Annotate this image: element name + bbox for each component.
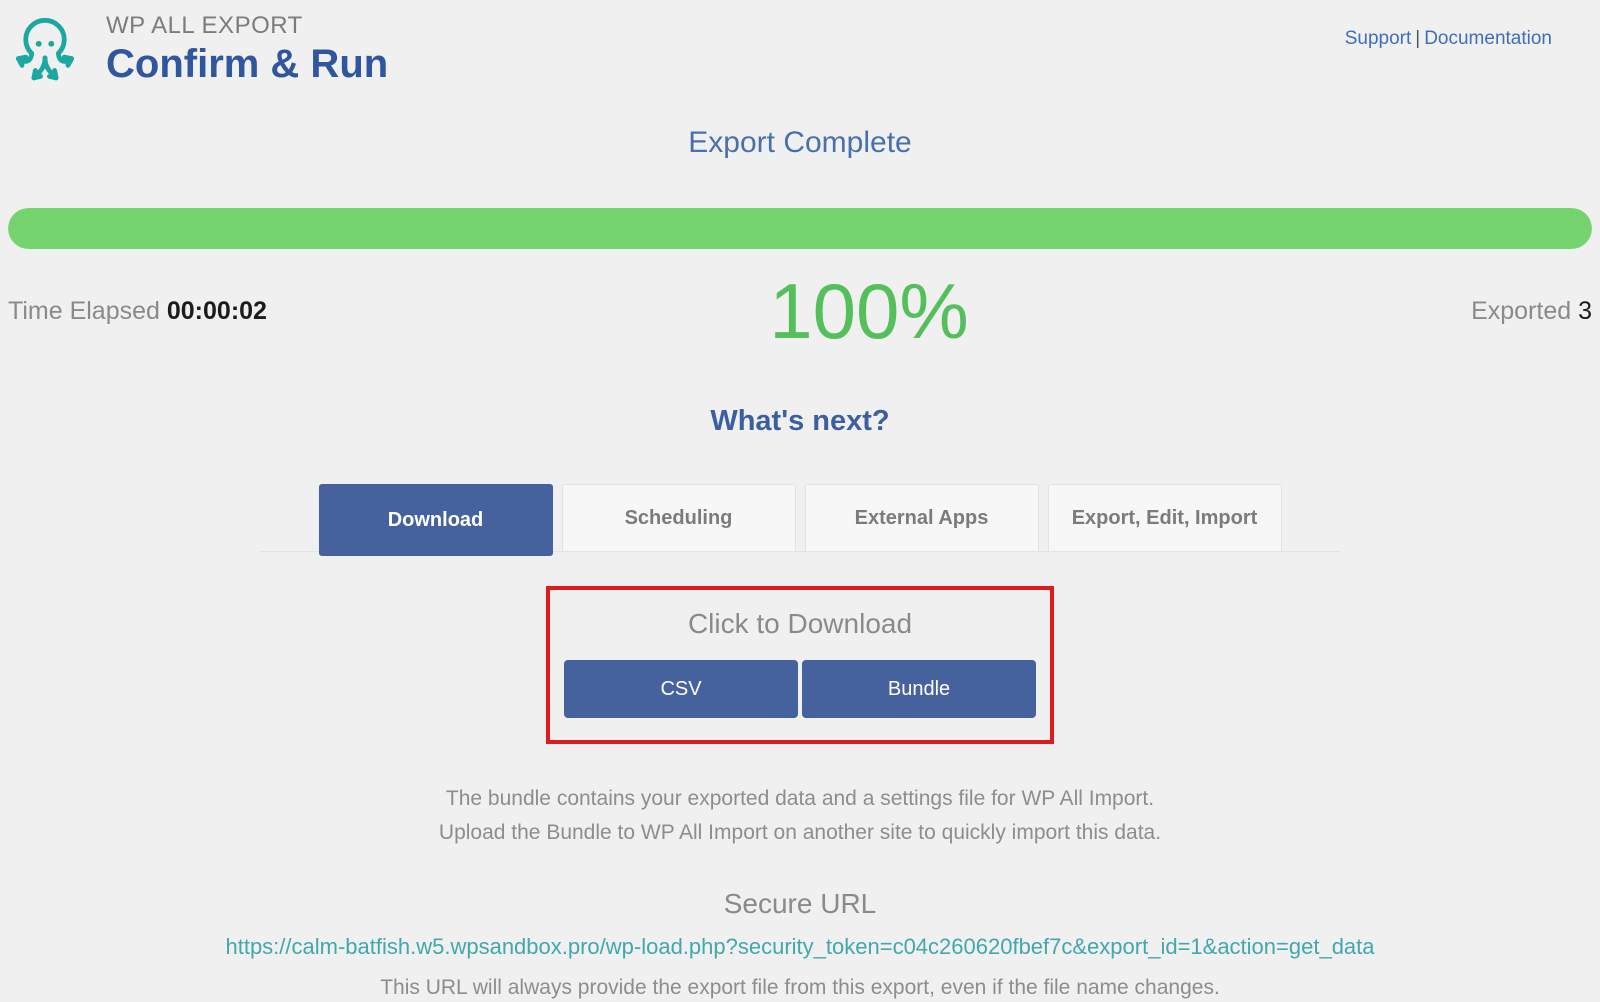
csv-download-button[interactable]: CSV	[564, 660, 798, 718]
secure-url-link[interactable]: https://calm-batfish.w5.wpsandbox.pro/wp…	[225, 934, 1374, 959]
whats-next-heading: What's next?	[0, 405, 1600, 438]
tab-scheduling[interactable]: Scheduling	[562, 484, 796, 551]
time-elapsed: Time Elapsed 00:00:02	[8, 297, 267, 326]
click-to-download-heading: Click to Download	[564, 608, 1036, 640]
bundle-note-line1: The bundle contains your exported data a…	[0, 782, 1600, 816]
support-link[interactable]: Support	[1345, 28, 1412, 49]
time-elapsed-value: 00:00:02	[167, 297, 267, 325]
links-separator: |	[1415, 28, 1420, 49]
progress-percent: 100%	[769, 272, 969, 350]
bundle-note-line2: Upload the Bundle to WP All Import on an…	[0, 816, 1600, 850]
secure-url-heading: Secure URL	[0, 888, 1600, 920]
exported-count: Exported 3	[1471, 297, 1592, 326]
progress-bar-fill	[8, 208, 1592, 249]
tab-download[interactable]: Download	[319, 484, 553, 556]
exported-value: 3	[1578, 297, 1592, 325]
page-header: WP ALL EXPORT Confirm & Run Support|Docu…	[0, 0, 1600, 104]
download-buttons: CSV Bundle	[564, 660, 1036, 718]
stats-row: Time Elapsed 00:00:02 100% Exported 3	[0, 263, 1600, 359]
export-complete-heading: Export Complete	[0, 126, 1600, 160]
secure-url-row: https://calm-batfish.w5.wpsandbox.pro/wp…	[0, 934, 1600, 960]
bundle-note: The bundle contains your exported data a…	[0, 782, 1600, 850]
tabs-bar: Download Scheduling External Apps Export…	[259, 484, 1341, 552]
tab-export-edit-import[interactable]: Export, Edit, Import	[1048, 484, 1282, 551]
time-elapsed-label: Time Elapsed	[8, 297, 160, 325]
tab-external-apps[interactable]: External Apps	[805, 484, 1039, 551]
octopus-icon	[8, 6, 82, 92]
bundle-download-button[interactable]: Bundle	[802, 660, 1036, 718]
secure-url-note: This URL will always provide the export …	[0, 976, 1600, 1000]
documentation-link[interactable]: Documentation	[1424, 28, 1552, 49]
progress-bar	[8, 208, 1592, 249]
exported-label: Exported	[1471, 297, 1571, 325]
header-links: Support|Documentation	[1345, 28, 1552, 50]
download-highlight-box: Click to Download CSV Bundle	[546, 586, 1054, 744]
